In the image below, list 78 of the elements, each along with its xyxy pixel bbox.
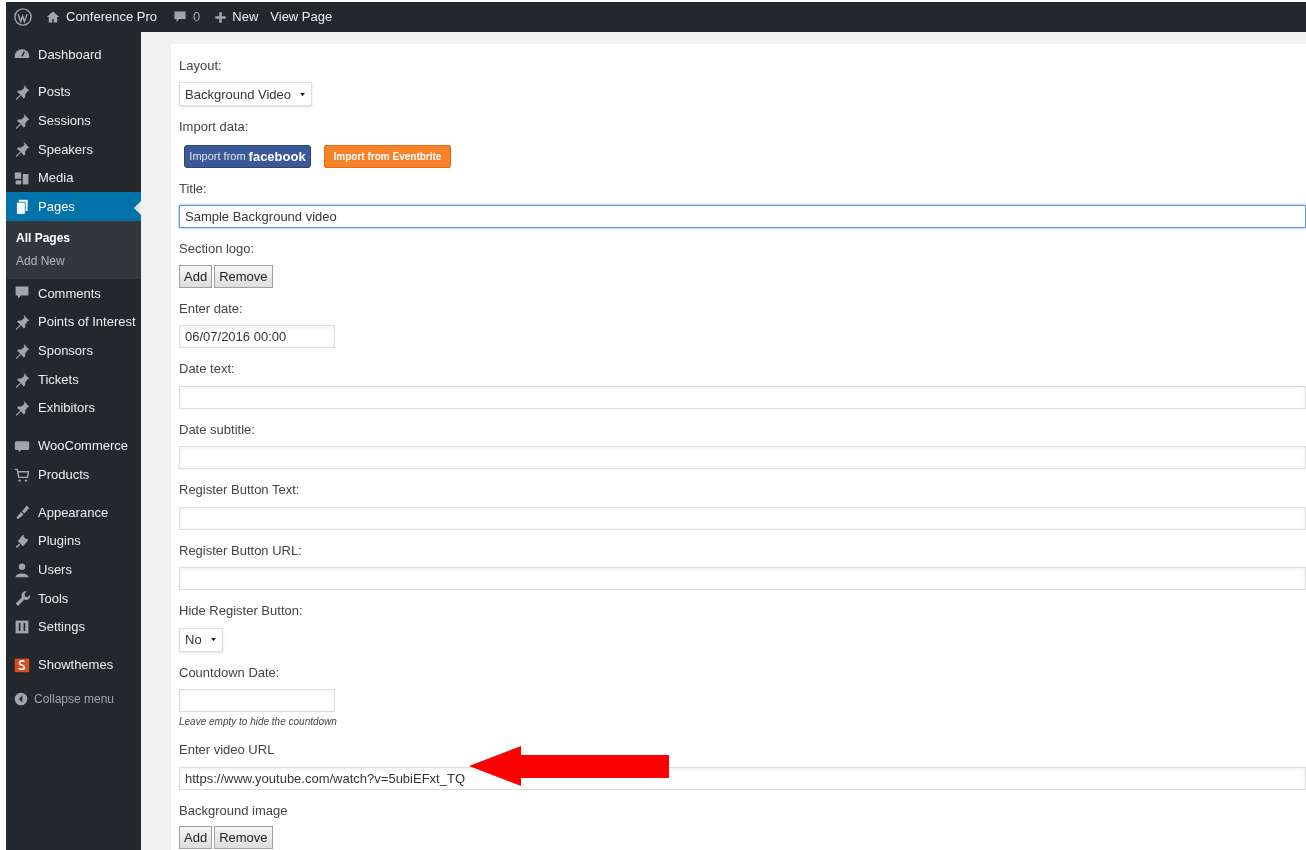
- text-field[interactable]: Sample Background video: [179, 205, 1306, 229]
- pin-icon: [14, 400, 30, 417]
- field-label: Background image: [179, 801, 289, 820]
- wrench-icon: [14, 590, 30, 607]
- text-field[interactable]: [179, 567, 1306, 591]
- menu-item[interactable]: Dashboard: [6, 40, 141, 69]
- pin-icon: [14, 141, 30, 158]
- field-label: Layout:: [179, 57, 223, 75]
- brush-icon: [14, 504, 30, 521]
- menu-item[interactable]: Users: [6, 555, 141, 584]
- media-button[interactable]: Remove: [214, 264, 273, 288]
- plug-icon: [14, 532, 30, 549]
- pin-icon: [14, 342, 30, 359]
- menu-item[interactable]: Pages: [6, 192, 141, 222]
- comments-link[interactable]: 0: [165, 7, 209, 27]
- field-label: Countdown Date:: [179, 663, 281, 682]
- field-label: Date text:: [179, 360, 236, 379]
- text-field[interactable]: https://www.youtube.com/watch?v=5ubiEFxt_TQ: [179, 766, 1306, 790]
- pages-icon: [14, 198, 30, 215]
- media-button[interactable]: Remove: [214, 826, 273, 849]
- field-label: Title:: [179, 179, 208, 198]
- import-facebook-button[interactable]: Import from facebook: [184, 144, 311, 168]
- brand-logo-icon: [14, 656, 30, 673]
- menu-item[interactable]: Comments: [6, 279, 141, 308]
- text-field[interactable]: [179, 506, 1306, 530]
- menu-item[interactable]: WooCommerce: [6, 431, 141, 461]
- submenu-item[interactable]: All Pages: [6, 227, 141, 251]
- menu-item[interactable]: Showthemes: [6, 650, 141, 680]
- menu-item[interactable]: Settings: [6, 612, 141, 642]
- menu-item[interactable]: Tickets: [6, 365, 141, 394]
- pin-icon: [14, 371, 30, 388]
- comment-icon: [173, 10, 188, 24]
- field-label: Enter date:: [179, 299, 244, 318]
- view-page-link[interactable]: View Page: [264, 7, 339, 27]
- field-label: Enter video URL: [179, 741, 276, 759]
- text-field[interactable]: [179, 385, 1306, 409]
- collapse-menu-link[interactable]: Collapse menu: [6, 688, 141, 711]
- menu-item[interactable]: Speakers: [6, 135, 141, 164]
- media-icon: [14, 170, 30, 187]
- field-label: Hide Register Button:: [179, 602, 304, 621]
- menu-item[interactable]: Appearance: [6, 497, 141, 527]
- field-label: Register Button URL:: [179, 541, 303, 560]
- media-button[interactable]: Add: [179, 264, 213, 288]
- plus-icon: [214, 10, 228, 24]
- text-field[interactable]: 06/07/2016 00:00: [179, 325, 335, 349]
- menu-item[interactable]: Posts: [6, 77, 141, 107]
- pin-icon: [14, 314, 30, 331]
- submenu-item[interactable]: Add New: [6, 250, 141, 274]
- menu-item[interactable]: Exhibitors: [6, 393, 141, 423]
- field-label: Register Button Text:: [179, 481, 301, 500]
- user-icon: [14, 561, 30, 578]
- collapse-icon: [14, 692, 28, 707]
- media-button[interactable]: Add: [179, 826, 213, 849]
- select-field[interactable]: No: [179, 627, 223, 652]
- field-label: Date subtitle:: [179, 420, 256, 439]
- pin-icon: [14, 112, 30, 129]
- menu-item[interactable]: Products: [6, 460, 141, 489]
- menu-item[interactable]: Sessions: [6, 106, 141, 136]
- new-link[interactable]: New: [208, 7, 265, 27]
- field-label: Import data:: [179, 118, 250, 137]
- menu-item[interactable]: Points of Interest: [6, 307, 141, 337]
- site-link[interactable]: Conference Pro: [38, 7, 166, 27]
- caret-icon: [209, 636, 217, 643]
- text-field[interactable]: [179, 446, 1306, 470]
- menu-item[interactable]: Plugins: [6, 526, 141, 556]
- caret-icon: [299, 90, 306, 98]
- home-icon: [46, 10, 60, 24]
- cart-icon: [14, 466, 30, 483]
- field-hint: Leave empty to hide the countdown: [179, 715, 338, 729]
- menu-item[interactable]: Tools: [6, 584, 141, 613]
- menu-item[interactable]: Media: [6, 163, 141, 193]
- settings-icon: [14, 619, 30, 636]
- pin-icon: [14, 84, 30, 101]
- wordpress-logo-icon: [14, 8, 32, 26]
- menu-item[interactable]: Sponsors: [6, 336, 141, 366]
- select-field[interactable]: Background Video: [179, 82, 312, 107]
- field-label: Section logo:: [179, 240, 256, 259]
- text-field[interactable]: [179, 689, 335, 712]
